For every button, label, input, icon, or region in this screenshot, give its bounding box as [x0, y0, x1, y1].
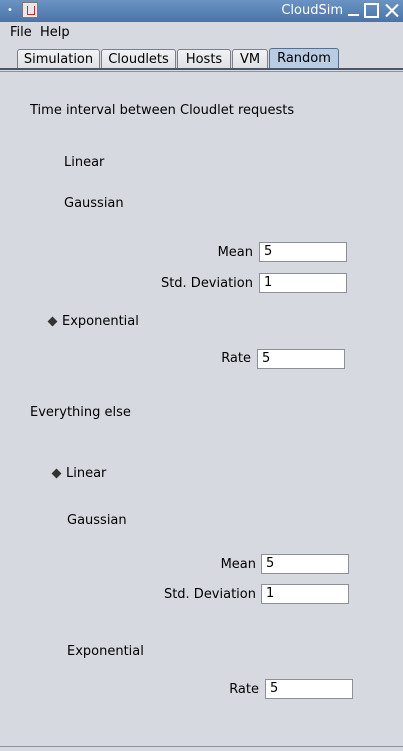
section1-linear-radio[interactable]: Linear: [64, 155, 104, 170]
section2-exponential-radio[interactable]: Exponential: [67, 644, 144, 659]
menu-file[interactable]: File: [10, 25, 32, 40]
tab-cloudlets[interactable]: Cloudlets: [101, 49, 176, 69]
section2-std-input[interactable]: 1: [261, 584, 349, 604]
section1-std-input[interactable]: 1: [259, 273, 347, 293]
section1-mean-input[interactable]: 5: [259, 242, 347, 262]
menu-bar: File Help: [0, 22, 403, 42]
maximize-icon[interactable]: [364, 3, 379, 18]
section1-mean-label: Mean: [217, 245, 253, 260]
section2-linear-radio[interactable]: Linear: [66, 466, 106, 481]
tab-hosts[interactable]: Hosts: [177, 49, 231, 69]
close-icon[interactable]: [384, 3, 399, 18]
tab-divider-shadow: [0, 71, 403, 72]
tab-simulation[interactable]: Simulation: [17, 49, 100, 69]
window-title: CloudSim: [281, 3, 343, 18]
radio-selected-icon: [51, 468, 62, 479]
tab-divider: [0, 68, 403, 70]
system-menu-icon[interactable]: •: [2, 3, 18, 19]
section1-rate-label: Rate: [221, 351, 251, 366]
section1-exponential-radio[interactable]: Exponential: [62, 314, 139, 329]
window-bottom-border: [0, 746, 403, 747]
minimize-icon[interactable]: [346, 3, 361, 18]
section2-std-label: Std. Deviation: [163, 587, 256, 602]
section2-mean-input[interactable]: 5: [261, 554, 349, 574]
section2-rate-label: Rate: [229, 682, 259, 697]
tab-vm[interactable]: VM: [232, 49, 268, 69]
section1-rate-input[interactable]: 5: [257, 349, 345, 369]
section2-heading: Everything else: [30, 405, 131, 420]
radio-selected-icon: [47, 316, 58, 327]
section1-heading: Time interval between Cloudlet requests: [30, 103, 295, 118]
section1-gaussian-radio[interactable]: Gaussian: [64, 196, 124, 211]
section2-mean-label: Mean: [220, 557, 256, 572]
section2-gaussian-radio[interactable]: Gaussian: [67, 513, 127, 528]
java-app-icon: [22, 2, 38, 18]
section1-std-label: Std. Deviation: [160, 276, 253, 291]
section2-rate-input[interactable]: 5: [265, 679, 353, 699]
tab-random[interactable]: Random: [269, 48, 339, 70]
title-bar: • CloudSim: [0, 0, 403, 22]
menu-help[interactable]: Help: [40, 25, 70, 40]
